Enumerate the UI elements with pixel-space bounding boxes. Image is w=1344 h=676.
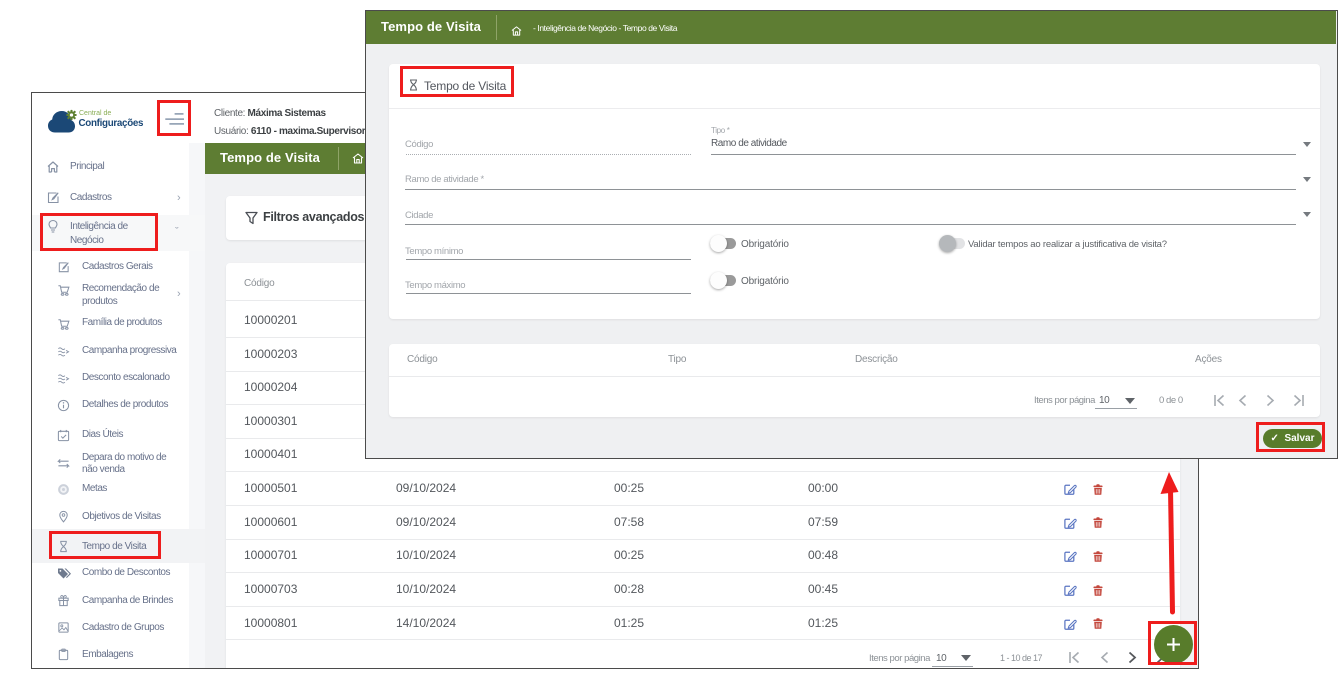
svg-text:Configurações: Configurações <box>79 118 145 129</box>
svg-text:Central de: Central de <box>79 110 111 117</box>
